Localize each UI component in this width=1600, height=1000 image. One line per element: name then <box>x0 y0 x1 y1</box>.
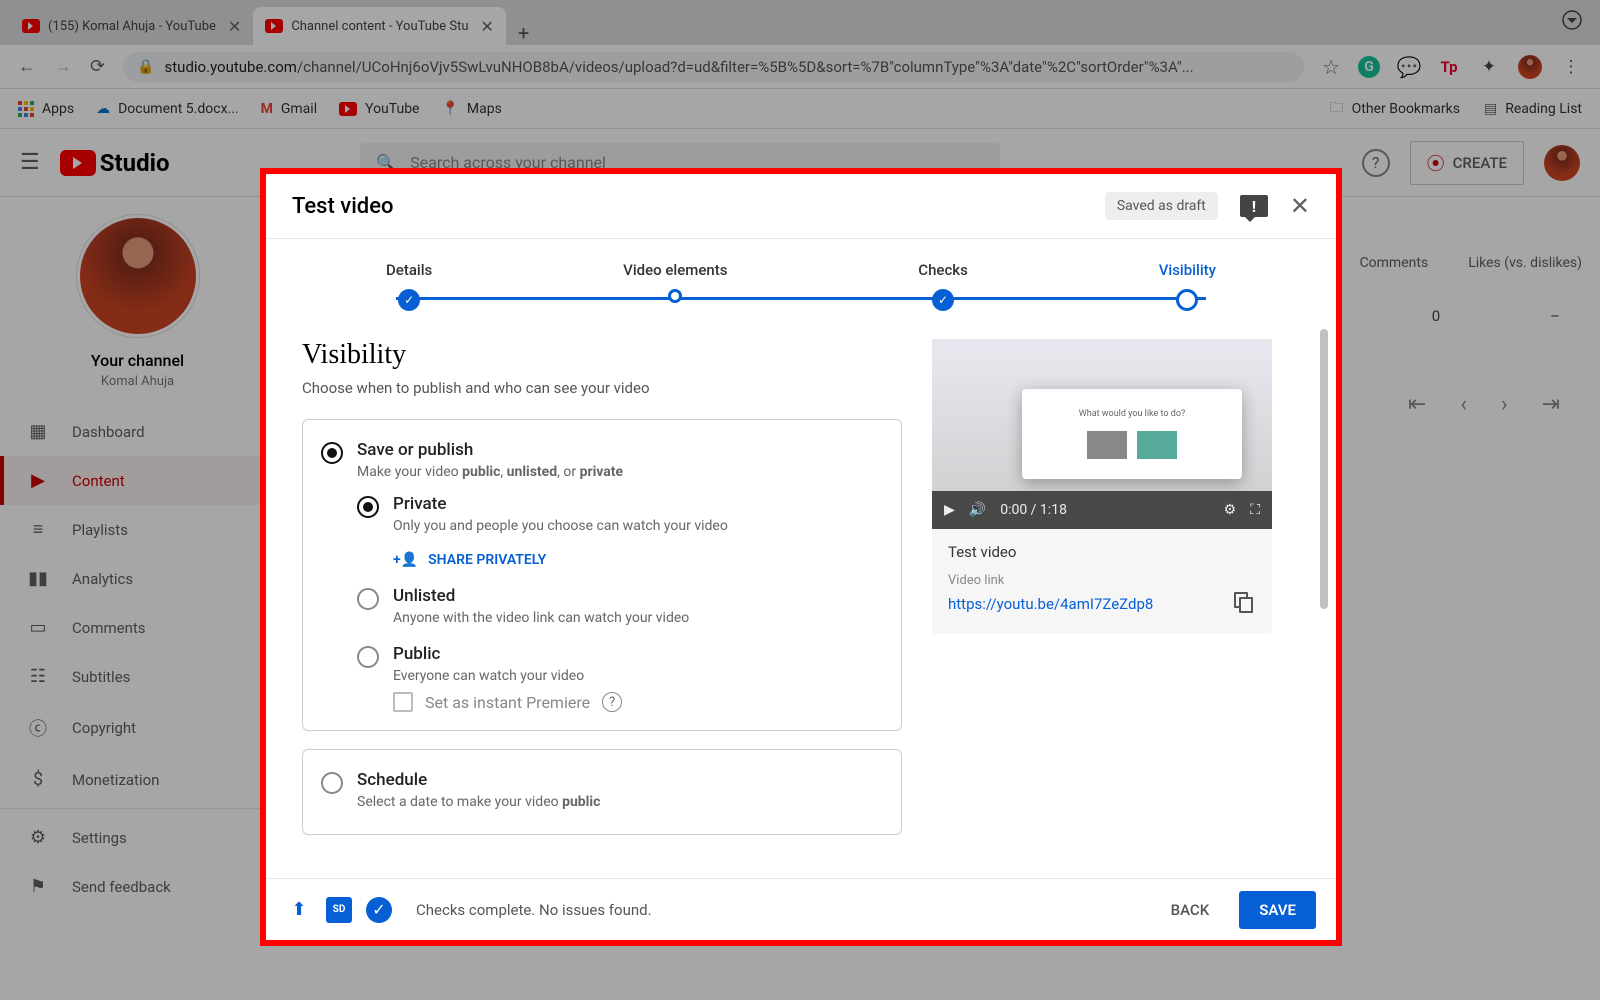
radio-unlisted[interactable] <box>357 588 379 610</box>
step-visibility[interactable]: Visibility <box>1159 261 1216 311</box>
step-dot-icon: ✓ <box>932 289 954 311</box>
settings-icon[interactable]: ⚙ <box>1224 502 1237 518</box>
premiere-row: Set as instant Premiere ? <box>393 692 883 712</box>
copy-icon[interactable] <box>1232 592 1256 616</box>
volume-icon[interactable]: 🔊 <box>969 502 986 518</box>
dialog-header: Test video Saved as draft ! ✕ <box>266 174 1336 239</box>
radio-save-publish[interactable] <box>321 442 343 464</box>
save-button[interactable]: SAVE <box>1239 891 1316 929</box>
dialog-footer: ⬆ SD ✓ Checks complete. No issues found.… <box>266 878 1336 940</box>
section-title: Visibility <box>302 339 902 371</box>
step-dot-icon <box>1176 289 1198 311</box>
video-time: 0:00 / 1:18 <box>1000 502 1067 518</box>
radio-schedule[interactable] <box>321 772 343 794</box>
premiere-label: Set as instant Premiere <box>425 693 590 712</box>
step-video-elements[interactable]: Video elements <box>623 261 727 303</box>
option-description: Anyone with the video link can watch you… <box>393 610 689 626</box>
video-preview: What would you like to do? ▶ 🔊 0:00 / 1:… <box>932 339 1272 634</box>
step-checks[interactable]: Checks✓ <box>918 261 968 311</box>
radio-private[interactable] <box>357 496 379 518</box>
option-description: Select a date to make your video public <box>357 794 600 810</box>
stepper: Details✓ Video elements Checks✓ Visibili… <box>266 239 1336 329</box>
close-icon[interactable]: ✕ <box>1290 192 1310 220</box>
video-thumbnail[interactable]: What would you like to do? ▶ 🔊 0:00 / 1:… <box>932 339 1272 529</box>
step-details[interactable]: Details✓ <box>386 261 432 311</box>
premiere-checkbox[interactable] <box>393 692 413 712</box>
play-icon[interactable]: ▶ <box>944 502 955 518</box>
feedback-icon[interactable]: ! <box>1240 195 1268 217</box>
upload-dialog: Test video Saved as draft ! ✕ Details✓ V… <box>260 168 1342 946</box>
back-button[interactable]: BACK <box>1157 891 1224 929</box>
draft-badge: Saved as draft <box>1105 192 1218 220</box>
option-title: Unlisted <box>393 586 689 606</box>
section-description: Choose when to publish and who can see y… <box>302 379 902 397</box>
option-title: Schedule <box>357 770 600 790</box>
person-add-icon: +👤 <box>393 552 418 568</box>
preview-title: Test video <box>948 543 1256 561</box>
save-publish-box: Save or publish Make your video public, … <box>302 419 902 731</box>
option-title: Public <box>393 644 584 664</box>
option-title: Private <box>393 494 728 514</box>
option-title: Save or publish <box>357 440 623 460</box>
help-icon[interactable]: ? <box>602 692 622 712</box>
share-label: SHARE PRIVATELY <box>428 552 546 568</box>
dialog-title: Test video <box>292 194 393 219</box>
link-label: Video link <box>948 573 1256 588</box>
option-description: Everyone can watch your video <box>393 668 584 684</box>
share-privately-button[interactable]: +👤 SHARE PRIVATELY <box>393 552 883 568</box>
radio-public[interactable] <box>357 646 379 668</box>
option-description: Only you and people you choose can watch… <box>393 518 728 534</box>
upload-status-icon: ⬆ <box>286 897 312 923</box>
video-controls: ▶ 🔊 0:00 / 1:18 ⚙ ⛶ <box>932 491 1272 529</box>
step-dot-icon <box>668 289 682 303</box>
video-link[interactable]: https://youtu.be/4amI7ZeZdp8 <box>948 595 1216 613</box>
footer-status: Checks complete. No issues found. <box>416 901 652 919</box>
option-description: Make your video public, unlisted, or pri… <box>357 464 623 480</box>
check-complete-icon: ✓ <box>366 897 392 923</box>
scrollbar[interactable] <box>1320 329 1328 609</box>
step-dot-icon: ✓ <box>398 289 420 311</box>
sd-badge-icon: SD <box>326 897 352 923</box>
fullscreen-icon[interactable]: ⛶ <box>1250 502 1260 518</box>
schedule-box: Schedule Select a date to make your vide… <box>302 749 902 835</box>
